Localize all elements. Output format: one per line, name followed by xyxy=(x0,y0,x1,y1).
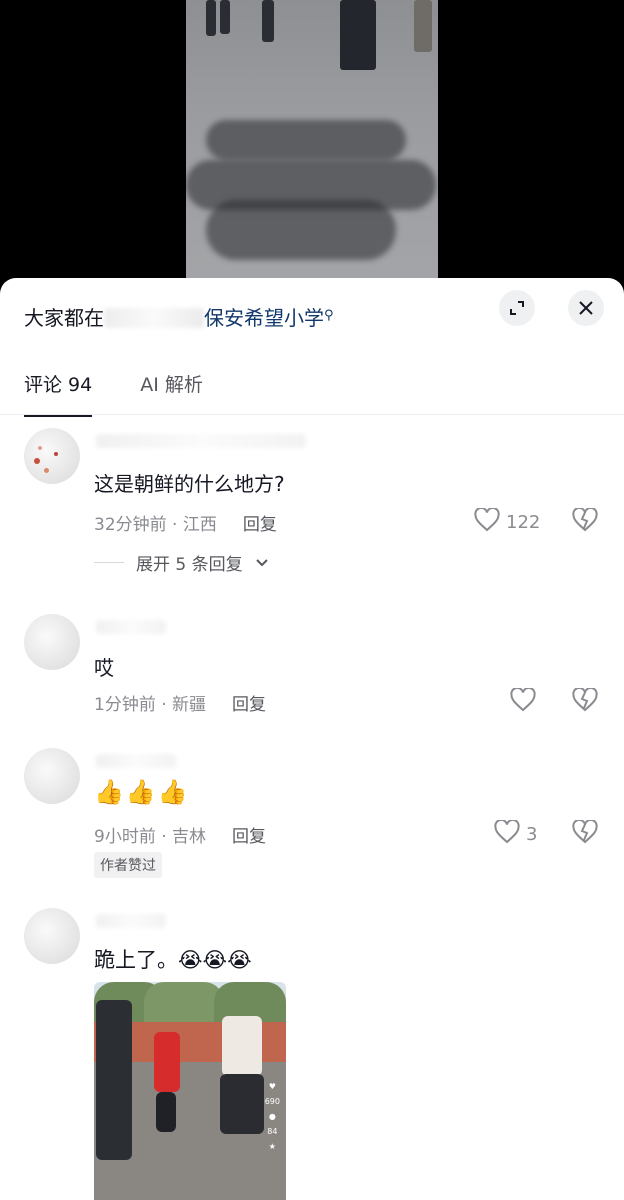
broken-heart-icon xyxy=(572,686,598,716)
avatar[interactable] xyxy=(24,428,80,484)
expand-replies[interactable]: 展开 5 条回复 xyxy=(94,550,269,575)
comment-meta: 32分钟前 · 江西 回复 xyxy=(94,510,277,535)
comment-meta: 9小时前 · 吉林 回复 xyxy=(94,822,266,847)
comment-text: 👍👍👍 xyxy=(94,778,190,806)
like-count: 122 xyxy=(506,512,541,533)
title-blurred-segment xyxy=(104,308,204,328)
heart-icon: ♥ xyxy=(268,1082,276,1091)
comment-text: 哎 xyxy=(94,656,114,680)
tab-divider xyxy=(0,414,624,415)
like-button[interactable]: 3 xyxy=(494,818,538,849)
chevron-down-icon xyxy=(255,553,269,573)
comment-meta: 1分钟前 · 新疆 回复 xyxy=(94,690,266,715)
expand-button[interactable] xyxy=(499,290,535,326)
comment-sheet: 大家都在 保安希望小学⚲ 评论 94 AI 解析 这是朝鲜的什么地方? 32分钟前… xyxy=(0,278,624,1200)
like-count-small: 690 xyxy=(264,1097,280,1106)
username-blurred[interactable] xyxy=(96,620,166,634)
tab-comments[interactable]: 评论 94 xyxy=(24,370,93,417)
comment-time-location: 1分钟前 · 新疆 xyxy=(94,695,207,715)
sheet-title: 大家都在 保安希望小学⚲ xyxy=(24,302,334,331)
username-blurred[interactable] xyxy=(96,914,166,928)
avatar[interactable] xyxy=(24,748,80,804)
dislike-button[interactable] xyxy=(572,818,598,848)
title-search-link[interactable]: 保安希望小学 xyxy=(204,306,324,330)
like-button[interactable] xyxy=(510,686,536,717)
close-button[interactable] xyxy=(568,290,604,326)
broken-heart-icon xyxy=(572,818,598,848)
username-blurred[interactable] xyxy=(96,434,306,448)
comment-time-location: 9小时前 · 吉林 xyxy=(94,827,207,847)
star-icon: ★ xyxy=(268,1142,276,1151)
like-button[interactable]: 122 xyxy=(474,506,541,537)
avatar[interactable] xyxy=(24,614,80,670)
title-prefix: 大家都在 xyxy=(24,306,104,330)
search-icon[interactable]: ⚲ xyxy=(324,308,334,323)
broken-heart-icon xyxy=(572,506,598,536)
divider-line xyxy=(94,562,124,563)
reply-button[interactable]: 回复 xyxy=(232,822,266,847)
video-preview[interactable] xyxy=(186,0,438,290)
heart-icon xyxy=(494,818,520,849)
thumbnail-side-icons: ♥ 690 ● 84 ★ xyxy=(265,1082,280,1151)
heart-icon xyxy=(510,686,536,717)
dislike-button[interactable] xyxy=(572,506,598,536)
tab-ai-analysis[interactable]: AI 解析 xyxy=(140,370,203,417)
comment-time-location: 32分钟前 · 江西 xyxy=(94,515,217,535)
comment-text: 跪上了。😭😭😭 xyxy=(94,948,252,972)
close-icon xyxy=(577,299,595,317)
comment-image-thumbnail[interactable]: ♥ 690 ● 84 ★ xyxy=(94,982,286,1200)
avatar[interactable] xyxy=(24,908,80,964)
heart-icon xyxy=(474,506,500,537)
dislike-button[interactable] xyxy=(572,686,598,716)
reply-button[interactable]: 回复 xyxy=(243,510,277,535)
like-count: 3 xyxy=(526,824,538,845)
comment-count-small: 84 xyxy=(267,1127,278,1136)
tab-bar: 评论 94 AI 解析 xyxy=(24,370,203,417)
comment-text: 这是朝鲜的什么地方? xyxy=(94,472,285,496)
expand-icon xyxy=(508,299,526,317)
reply-button[interactable]: 回复 xyxy=(232,690,266,715)
author-liked-badge: 作者赞过 xyxy=(94,852,162,878)
username-blurred[interactable] xyxy=(96,754,176,768)
expand-replies-label: 展开 5 条回复 xyxy=(136,555,243,575)
comment-icon: ● xyxy=(268,1112,276,1121)
